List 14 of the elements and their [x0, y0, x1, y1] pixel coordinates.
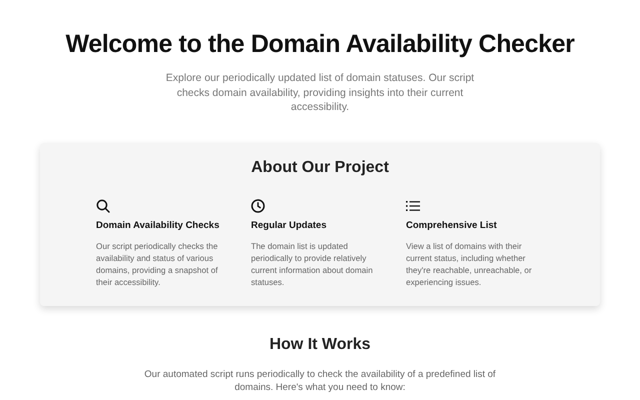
section-title: How It Works	[269, 336, 371, 354]
how-text: Our automated script runs periodically to check the availability of a predefined list of domains. Here's what you need to know:	[143, 368, 497, 394]
feature-title: Regular Updates	[251, 220, 326, 230]
list-icon	[406, 198, 420, 212]
feature-title: Domain Availability Checks	[96, 220, 220, 230]
feature-text: Our script periodically checks the availability and status of various domains, providing a snapshot of their accessibility.	[96, 240, 219, 288]
search-icon	[96, 198, 110, 212]
feature-text: The domain list is updated periodically to provide relatively current information about domain statuses.	[251, 240, 374, 288]
page-title: Welcome to the Domain Availability Checker	[66, 30, 574, 59]
feature-text: View a list of domains with their current status, including whether they're reachable, unreachable, or experiencing issues.	[406, 240, 533, 288]
intro-text: Explore our periodically updated list of domain statuses. Our script checks domain availability, providing insights into their current accessibility.	[164, 71, 476, 114]
feature-title: Comprehensive List	[406, 220, 497, 230]
section-title: About Our Project	[250, 158, 390, 176]
clock-icon	[251, 198, 265, 212]
